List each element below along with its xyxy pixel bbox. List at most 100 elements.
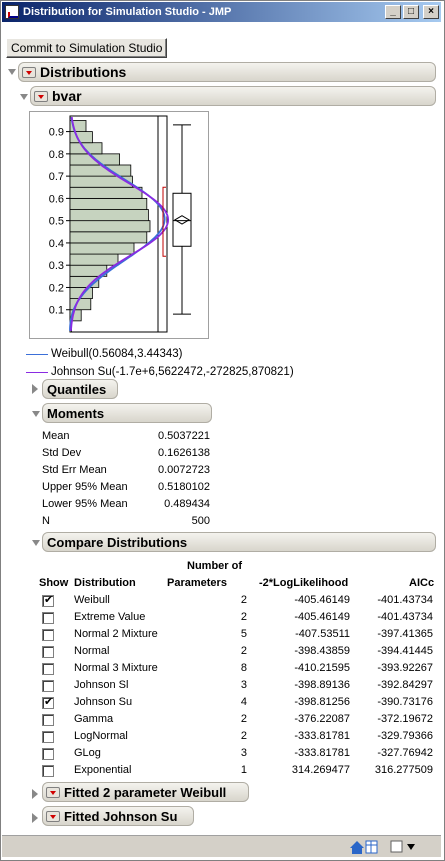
close-button[interactable]: × xyxy=(423,5,439,19)
loglik-value: -376.22087 xyxy=(294,713,350,725)
window-title: Distribution for Simulation Studio - JMP xyxy=(23,6,232,18)
show-checkbox[interactable] xyxy=(42,663,54,675)
disclosure-quantiles-icon[interactable] xyxy=(32,384,38,394)
commit-to-simulation-studio-button[interactable]: Commit to Simulation Studio xyxy=(6,38,168,58)
outline-moments-label: Moments xyxy=(47,405,105,421)
moment-label: Mean xyxy=(42,430,70,442)
aicc-value: -372.19672 xyxy=(377,713,433,725)
show-checkbox[interactable] xyxy=(42,629,54,641)
col-head-aicc[interactable]: AICc xyxy=(409,577,434,589)
aicc-value: -390.73176 xyxy=(377,696,433,708)
red-triangle-menu-icon[interactable] xyxy=(34,90,48,102)
col-head-nparams[interactable]: Parameters xyxy=(167,577,227,589)
distribution-name: Johnson Sl xyxy=(74,679,129,691)
show-checkbox[interactable] xyxy=(42,695,54,709)
col-head-distribution[interactable]: Distribution xyxy=(74,577,136,589)
outline-compare-distributions[interactable]: Compare Distributions xyxy=(42,532,436,552)
moment-label: Std Dev xyxy=(42,447,82,459)
y-tick-label: 0.2 xyxy=(49,282,64,294)
moment-value: 0.0072723 xyxy=(158,464,210,476)
histogram-bar xyxy=(69,220,151,233)
histogram-bar xyxy=(69,242,135,255)
outline-bvar[interactable]: bvar xyxy=(30,86,436,106)
outline-distributions[interactable]: Distributions xyxy=(18,62,436,82)
title-bar[interactable]: Distribution for Simulation Studio - JMP… xyxy=(2,2,441,22)
red-triangle-menu-icon[interactable] xyxy=(46,810,60,822)
loglik-value: -398.89136 xyxy=(294,679,350,691)
nparams-value: 8 xyxy=(240,662,247,674)
col-head-nparams-top: Number of xyxy=(187,560,242,572)
distribution-name: Normal 3 Mixture xyxy=(74,662,158,674)
show-checkbox[interactable] xyxy=(42,593,54,607)
disclosure-moments-icon[interactable] xyxy=(32,411,40,417)
disclosure-fitted-weibull-icon[interactable] xyxy=(32,789,38,799)
outline-distributions-label: Distributions xyxy=(40,64,127,80)
distribution-name: Johnson Su xyxy=(74,696,133,708)
col-head-loglik[interactable]: -2*LogLikelihood xyxy=(259,577,348,589)
nparams-value: 2 xyxy=(240,645,247,657)
legend-weibull-label: Weibull(0.56084,3.44343) xyxy=(51,348,183,360)
histogram-bar xyxy=(69,253,119,266)
legend-johnson-label: Johnson Su(-1.7e+6,5622472,-272825,87082… xyxy=(51,366,294,378)
aicc-value: -329.79366 xyxy=(377,730,433,742)
aicc-value: -392.84297 xyxy=(377,679,433,691)
loglik-value: -333.81781 xyxy=(294,747,350,759)
y-tick-label: 0.4 xyxy=(49,238,64,250)
col-head-show[interactable]: Show xyxy=(39,577,68,589)
y-tick-label: 0.5 xyxy=(49,216,64,228)
aicc-value: -394.41445 xyxy=(377,645,433,657)
outline-fitted-weibull[interactable]: Fitted 2 parameter Weibull xyxy=(42,782,249,802)
loglik-value: -333.81781 xyxy=(294,730,350,742)
loglik-value: -405.46149 xyxy=(294,594,350,606)
show-checkbox[interactable] xyxy=(42,612,54,624)
histogram-bar xyxy=(69,209,149,222)
red-triangle-menu-icon[interactable] xyxy=(46,786,60,798)
loglik-value: -398.43859 xyxy=(294,645,350,657)
legend-johnson-swatch xyxy=(26,371,48,373)
moment-value: 0.5037221 xyxy=(158,430,210,442)
legend-weibull: Weibull(0.56084,3.44343) xyxy=(26,348,183,360)
disclosure-distributions-icon[interactable] xyxy=(8,69,16,75)
distribution-name: Gamma xyxy=(74,713,114,725)
y-tick-label: 0.1 xyxy=(49,305,64,317)
distribution-name: Weibull xyxy=(74,594,110,606)
status-checkbox[interactable] xyxy=(390,840,403,853)
nparams-value: 2 xyxy=(240,594,247,606)
aicc-value: -393.92267 xyxy=(377,662,433,674)
outline-quantiles-label: Quantiles xyxy=(47,381,107,397)
loglik-value: -405.46149 xyxy=(294,611,350,623)
loglik-value: -410.21595 xyxy=(294,662,350,674)
y-tick-label: 0.7 xyxy=(49,171,64,183)
outline-fitted-johnson-label: Fitted Johnson Su xyxy=(64,808,178,824)
report-content: Commit to Simulation Studio Distribution… xyxy=(2,24,441,834)
table-view-icon[interactable] xyxy=(365,840,378,854)
outline-quantiles[interactable]: Quantiles xyxy=(42,379,118,399)
disclosure-compare-icon[interactable] xyxy=(32,540,40,546)
nparams-value: 2 xyxy=(240,713,247,725)
dropdown-arrow-icon[interactable] xyxy=(407,844,415,850)
histogram-chart[interactable]: 0.1 0.2 0.3 0.4 0.5 0.6 0.7 0.8 0.9 xyxy=(30,112,208,338)
outline-fitted-johnson[interactable]: Fitted Johnson Su xyxy=(42,806,194,826)
distribution-name: Normal xyxy=(74,645,110,657)
moment-value: 0.5180102 xyxy=(158,481,210,493)
outline-moments[interactable]: Moments xyxy=(42,403,212,423)
home-icon[interactable] xyxy=(350,841,364,854)
nparams-value: 5 xyxy=(240,628,247,640)
jmp-app-icon xyxy=(5,5,19,19)
disclosure-fitted-johnson-icon[interactable] xyxy=(32,813,38,823)
show-checkbox[interactable] xyxy=(42,680,54,692)
minimize-button[interactable]: _ xyxy=(385,5,401,19)
show-checkbox[interactable] xyxy=(42,646,54,658)
loglik-value: -398.81256 xyxy=(294,696,350,708)
show-checkbox[interactable] xyxy=(42,765,54,777)
show-checkbox[interactable] xyxy=(42,714,54,726)
histogram-bar xyxy=(69,186,143,199)
disclosure-bvar-icon[interactable] xyxy=(20,94,28,100)
show-checkbox[interactable] xyxy=(42,748,54,760)
nparams-value: 2 xyxy=(240,730,247,742)
histogram-frame: 0.1 0.2 0.3 0.4 0.5 0.6 0.7 0.8 0.9 xyxy=(29,111,209,339)
show-checkbox[interactable] xyxy=(42,731,54,743)
maximize-button[interactable]: □ xyxy=(403,5,419,19)
red-triangle-menu-icon[interactable] xyxy=(22,66,36,78)
nparams-value: 3 xyxy=(240,679,247,691)
